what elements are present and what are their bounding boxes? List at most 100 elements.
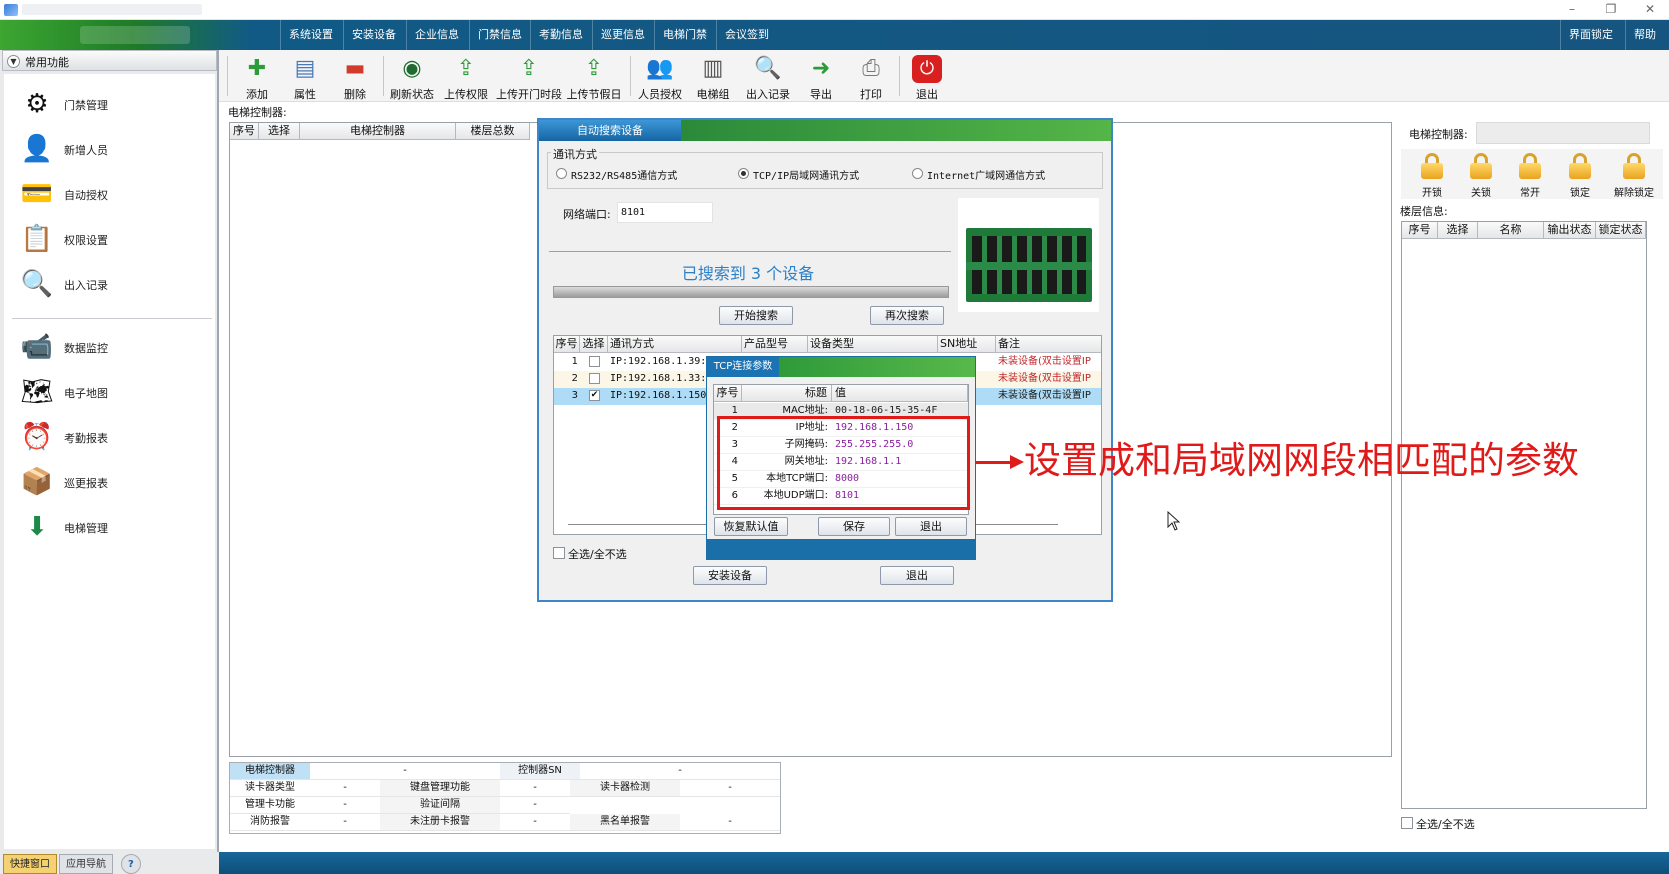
port-input[interactable]: 8101 <box>617 202 713 223</box>
lock-icon <box>1470 153 1492 179</box>
normally-open-button[interactable]: 常开 <box>1507 149 1553 199</box>
help-icon[interactable]: ? <box>121 854 141 874</box>
properties-button[interactable]: ▤ 属性 <box>281 52 329 101</box>
restore-default-button[interactable]: 恢复默认值 <box>714 517 788 536</box>
menu-install-device[interactable]: 安装设备 <box>343 20 404 50</box>
col-header[interactable]: 标题 <box>742 385 832 402</box>
menu-meeting-signin[interactable]: 会议签到 <box>716 20 777 50</box>
col-header[interactable]: 序号 <box>1402 222 1438 239</box>
dialog-exit-button[interactable]: 退出 <box>880 566 954 585</box>
col-header[interactable]: 值 <box>832 385 968 402</box>
exit-button[interactable]: ⏻ 退出 <box>903 52 951 101</box>
save-button[interactable]: 保存 <box>818 517 890 536</box>
release-lock-button[interactable]: 解除锁定 <box>1609 149 1659 199</box>
right-controller-field[interactable] <box>1476 122 1650 144</box>
nav-new-person[interactable]: 👤 新增人员 <box>18 129 208 169</box>
nav-patrol-report[interactable]: 📦 巡更报表 <box>18 462 208 502</box>
rs485-radio[interactable] <box>556 168 567 179</box>
lock-button[interactable]: 关锁 <box>1458 149 1504 199</box>
col-header[interactable]: 选择 <box>259 123 300 140</box>
col-header[interactable]: 名称 <box>1478 222 1544 239</box>
toolbar-label: 上传开门时段 <box>496 88 562 101</box>
menu-patrol-info[interactable]: 巡更信息 <box>592 20 653 50</box>
tab-app-navigation[interactable]: 应用导航 <box>59 854 113 874</box>
upload-holiday-button[interactable]: ⇪ 上传节假日 <box>564 52 624 101</box>
col-header[interactable]: 设备类型 <box>808 336 938 353</box>
col-header[interactable]: SN地址 <box>938 336 996 353</box>
info-label: 未注册卡报警 <box>380 814 500 831</box>
row-checkbox[interactable] <box>589 356 600 367</box>
map-icon: 🗺 <box>20 377 54 407</box>
toolbar: ✚ 添加 ▤ 属性 ▬ 删除 ◉ 刷新状态 ⇪ 上传权限 ⇪ 上传开门时段 ⇪ … <box>219 50 1669 102</box>
search-again-button[interactable]: 再次搜索 <box>870 306 944 325</box>
col-header[interactable]: 输出状态 <box>1544 222 1596 239</box>
right-select-all-checkbox[interactable] <box>1401 817 1413 829</box>
menu-system-settings[interactable]: 系统设置 <box>280 20 341 50</box>
restore-button[interactable]: ❐ <box>1592 0 1630 20</box>
elevator-group-button[interactable]: ▥ 电梯组 <box>687 52 739 101</box>
install-device-button[interactable]: 安装设备 <box>693 566 767 585</box>
mouse-cursor-icon <box>1167 511 1181 531</box>
col-header[interactable]: 楼层总数 <box>456 123 530 140</box>
start-search-button[interactable]: 开始搜索 <box>719 306 793 325</box>
access-records-button[interactable]: 🔍 出入记录 <box>739 52 797 101</box>
col-header[interactable]: 选择 <box>580 336 608 353</box>
collapse-icon[interactable]: ▼ <box>7 55 20 68</box>
delete-button[interactable]: ▬ 删除 <box>331 52 379 101</box>
menu-access-info[interactable]: 门禁信息 <box>469 20 530 50</box>
col-header[interactable]: 序号 <box>554 336 580 353</box>
nav-data-monitor[interactable]: 📹 数据监控 <box>18 327 208 367</box>
unlock-button[interactable]: 开锁 <box>1409 149 1455 199</box>
col-header[interactable]: 通讯方式 <box>608 336 742 353</box>
nav-attendance-report[interactable]: ⏰ 考勤报表 <box>18 417 208 457</box>
toolbar-label: 添加 <box>246 88 268 101</box>
internet-radio[interactable] <box>912 168 923 179</box>
export-button[interactable]: ➜ 导出 <box>797 52 845 101</box>
menu-help[interactable]: 帮助 <box>1625 20 1664 50</box>
print-button[interactable]: ⎙ 打印 <box>847 52 895 101</box>
info-value: - <box>310 814 380 831</box>
window-title <box>22 4 202 15</box>
minimize-button[interactable]: – <box>1553 0 1591 20</box>
menu-lock-interface[interactable]: 界面锁定 <box>1560 20 1621 50</box>
refresh-status-button[interactable]: ◉ 刷新状态 <box>386 52 438 101</box>
col-header[interactable]: 锁定状态 <box>1596 222 1646 239</box>
common-functions-header[interactable]: ▼ 常用功能 <box>2 50 217 71</box>
nav-permission-settings[interactable]: 📋 权限设置 <box>18 219 208 259</box>
info-value: - <box>500 780 570 797</box>
col-header[interactable]: 产品型号 <box>742 336 808 353</box>
close-button[interactable]: ✕ <box>1631 0 1669 20</box>
add-button[interactable]: ✚ 添加 <box>233 52 281 101</box>
tcpip-radio[interactable] <box>738 168 749 179</box>
info-value: - <box>310 780 380 797</box>
floor-grid[interactable]: 序号 选择 名称 输出状态 锁定状态 <box>1401 221 1647 809</box>
info-value: - <box>680 814 780 831</box>
col-header[interactable]: 序号 <box>230 123 259 140</box>
col-header[interactable]: 序号 <box>714 385 742 402</box>
lockdown-button[interactable]: 锁定 <box>1557 149 1603 199</box>
person-auth-button[interactable]: 👥 人员授权 <box>634 52 686 101</box>
col-header[interactable]: 电梯控制器 <box>300 123 456 140</box>
nav-elevator-management[interactable]: ⬇ 电梯管理 <box>18 507 208 547</box>
info-label: 读卡器检测 <box>570 780 680 797</box>
menu-elevator-access[interactable]: 电梯门禁 <box>654 20 715 50</box>
rs485-label: RS232/RS485通信方式 <box>571 171 678 182</box>
toolbar-label: 电梯组 <box>696 88 730 101</box>
col-header[interactable]: 选择 <box>1438 222 1478 239</box>
info-value: - <box>500 797 570 814</box>
clock-icon: ⏰ <box>20 422 54 452</box>
row-checkbox-checked[interactable]: ✔ <box>589 390 600 401</box>
nav-door-access[interactable]: ⚙ 门禁管理 <box>18 84 208 124</box>
row-checkbox[interactable] <box>589 373 600 384</box>
select-all-checkbox[interactable] <box>553 547 565 559</box>
menu-attendance-info[interactable]: 考勤信息 <box>530 20 591 50</box>
tab-quick-window[interactable]: 快捷窗口 <box>3 854 57 874</box>
nav-access-records[interactable]: 🔍 出入记录 <box>18 264 208 304</box>
nav-electronic-map[interactable]: 🗺 电子地图 <box>18 372 208 412</box>
upload-timeslot-button[interactable]: ⇪ 上传开门时段 <box>494 52 564 101</box>
upload-permission-button[interactable]: ⇪ 上传权限 <box>440 52 492 101</box>
tcp-exit-button[interactable]: 退出 <box>895 517 967 536</box>
col-header[interactable]: 备注 <box>996 336 1101 353</box>
nav-auto-authorize[interactable]: 💳 自动授权 <box>18 174 208 214</box>
menu-company-info[interactable]: 企业信息 <box>406 20 467 50</box>
